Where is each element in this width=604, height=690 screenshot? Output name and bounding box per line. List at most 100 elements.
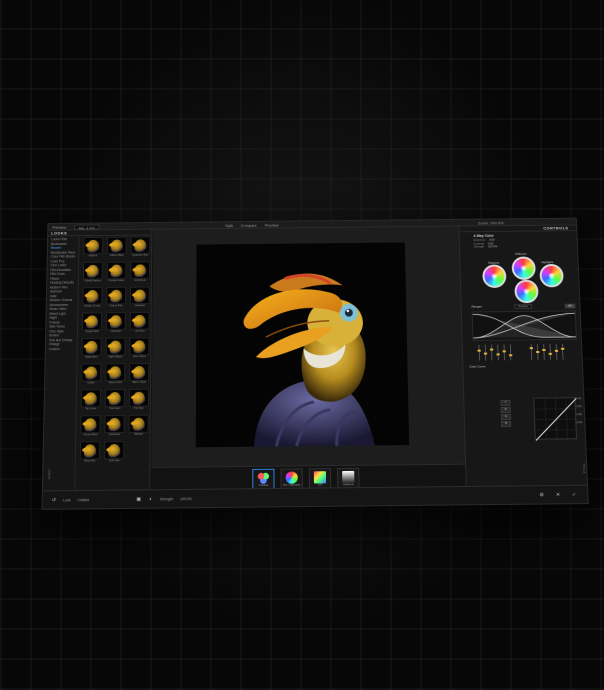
look-thumbnail[interactable]: Low Sun	[129, 311, 150, 334]
reset-icon[interactable]: ↺	[51, 497, 57, 503]
curve-header: Color Curve	[469, 363, 578, 368]
look-preview-image	[104, 414, 125, 434]
hornbill-image	[195, 242, 410, 448]
save-look-icon[interactable]: ▣	[136, 496, 142, 502]
tool-icon	[313, 471, 327, 484]
look-thumbnail[interactable]: Tan Lines	[80, 389, 101, 411]
look-thumbnail[interactable]: Matte Blue	[81, 337, 102, 360]
look-name: Night Watch	[108, 355, 123, 359]
look-name: Hawaiian	[134, 304, 146, 308]
look-thumbnail[interactable]: Overdrive	[104, 414, 125, 437]
tool-icon	[285, 471, 298, 484]
look-preview-image	[81, 363, 102, 382]
master-wheel[interactable]	[514, 279, 539, 304]
look-thumbnail[interactable]: Quantum Noir	[130, 236, 151, 257]
look-thumbnail[interactable]: Jungle Heat	[81, 312, 103, 334]
look-thumbnail[interactable]: Lavender	[105, 312, 126, 334]
curve-channel-y[interactable]: Y	[500, 399, 511, 406]
look-thumbnail[interactable]: Cobalt Dreams	[82, 261, 103, 283]
look-preview-image	[129, 311, 150, 330]
app-window: Preview No. 1 XX Split Compare Preview Z…	[41, 217, 589, 510]
ranges-off-button[interactable]: Off	[564, 303, 576, 309]
look-preview-image	[83, 236, 104, 255]
look-thumbnail[interactable]: Highcut	[83, 236, 104, 258]
tool-label: LUT	[317, 483, 323, 487]
settings-icon[interactable]: ⚙	[539, 492, 545, 498]
look-thumbnail[interactable]: Gibson Blue	[106, 236, 127, 258]
curve-channel-b[interactable]: B	[501, 420, 512, 428]
look-preview-image	[81, 337, 102, 356]
ranges-curves	[473, 311, 576, 339]
look-thumbnail[interactable]: Hawaiian	[129, 286, 150, 309]
look-thumbnail[interactable]: Retro Mix	[79, 441, 101, 463]
look-thumbnail[interactable]: Golden Crown	[82, 287, 103, 309]
shadows-wheel[interactable]	[482, 264, 507, 288]
preset-select[interactable]: No. 1 XX	[74, 223, 100, 230]
curve-channel-r[interactable]: R	[500, 406, 511, 413]
tool-lut[interactable]: LUT	[308, 468, 332, 489]
strength-value[interactable]: 100.0%	[180, 497, 192, 501]
view-mode-split[interactable]: Split	[225, 223, 233, 228]
look-thumbnail[interactable]: Warm Glow	[129, 362, 150, 385]
look-thumbnail[interactable]: Volt Cast	[104, 440, 125, 463]
look-thumbnail[interactable]: Sunset Blvd	[80, 415, 101, 437]
look-preview-image	[106, 236, 127, 255]
look-name: Refresh	[133, 432, 144, 436]
look-thumbnail[interactable]: Velvet Gold	[105, 363, 126, 385]
looks-side-label[interactable]: LOOKS	[44, 464, 50, 484]
curve-values: 0.000 0.000 0.000 0.000	[575, 397, 582, 429]
zoom-readout[interactable]: Zoom: 100.0%	[478, 220, 504, 225]
look-thumbnail[interactable]: Neon Flare	[129, 337, 150, 359]
apply-icon[interactable]: ✓	[571, 491, 577, 497]
curve-value: 0.000	[575, 405, 582, 409]
look-thumbnail[interactable]: Frosted Glass	[106, 261, 127, 283]
look-name: Neon Flare	[132, 355, 146, 359]
look-name: Matte Blue	[85, 355, 98, 359]
image-canvas[interactable]	[151, 226, 466, 467]
view-mode-preview[interactable]: Preview	[265, 222, 279, 227]
hornbill-photo	[195, 242, 410, 448]
category-item[interactable]: Grading Defaults	[47, 281, 78, 286]
category-item[interactable]: Custom	[46, 346, 77, 351]
cancel-icon[interactable]: ✕	[555, 492, 561, 498]
tool-colorista[interactable]: Colorista	[252, 468, 275, 490]
look-name: Sunset Blvd	[83, 433, 98, 437]
ranges-preview-button[interactable]: Preview	[514, 303, 532, 309]
ranges-section: Ranges Preview Off	[472, 303, 578, 361]
curve-editor[interactable]	[533, 397, 577, 439]
view-mode-compare[interactable]: Compare	[241, 222, 257, 227]
curve-channel-g[interactable]: G	[500, 413, 512, 420]
look-thumbnail[interactable]: Outlier	[81, 363, 102, 385]
ranges-title: Ranges	[471, 304, 482, 309]
look-thumbnail[interactable]: Refresh	[128, 414, 149, 437]
look-name: Grainy Film	[109, 304, 123, 308]
look-thumbnail[interactable]: Grainy Film	[106, 286, 127, 309]
preview-label: Preview	[52, 224, 67, 230]
range-sliders[interactable]	[473, 343, 578, 362]
look-name: Retro Mix	[84, 459, 96, 463]
tool-icon	[342, 470, 355, 484]
look-preview-image	[80, 415, 101, 434]
curve-value: 0.000	[575, 413, 583, 417]
look-thumbnail[interactable]: Gold Dust	[130, 261, 151, 282]
param-strength[interactable]: Strength 100.0%	[460, 245, 577, 250]
look-preview-image	[130, 261, 151, 280]
tool-hue-saturation[interactable]: Hue / Saturation	[280, 468, 303, 489]
look-thumbnail[interactable]: Teal Hunt	[104, 388, 126, 411]
curve-line	[534, 398, 578, 440]
tool-gradients[interactable]: Gradients	[337, 467, 360, 489]
highlights-wheel[interactable]	[539, 263, 564, 288]
look-name: Gold Dust	[134, 278, 146, 282]
look-name: Tan Lines	[85, 407, 97, 411]
range-slider-marks	[477, 343, 565, 362]
midtones-wheel[interactable]	[511, 256, 536, 280]
look-name: Pop Sun	[133, 406, 144, 410]
ranges-graph[interactable]	[472, 310, 577, 341]
look-thumbnail[interactable]: Pop Sun	[128, 388, 150, 411]
look-thumbnail[interactable]: Night Watch	[105, 337, 126, 360]
look-preview-image	[81, 312, 103, 331]
look-name[interactable]: Untitled	[77, 498, 89, 502]
tool-label: Colorista	[258, 483, 269, 488]
curve-title: Color Curve	[469, 364, 486, 369]
tools-side-label[interactable]: TOOLS	[579, 458, 586, 478]
